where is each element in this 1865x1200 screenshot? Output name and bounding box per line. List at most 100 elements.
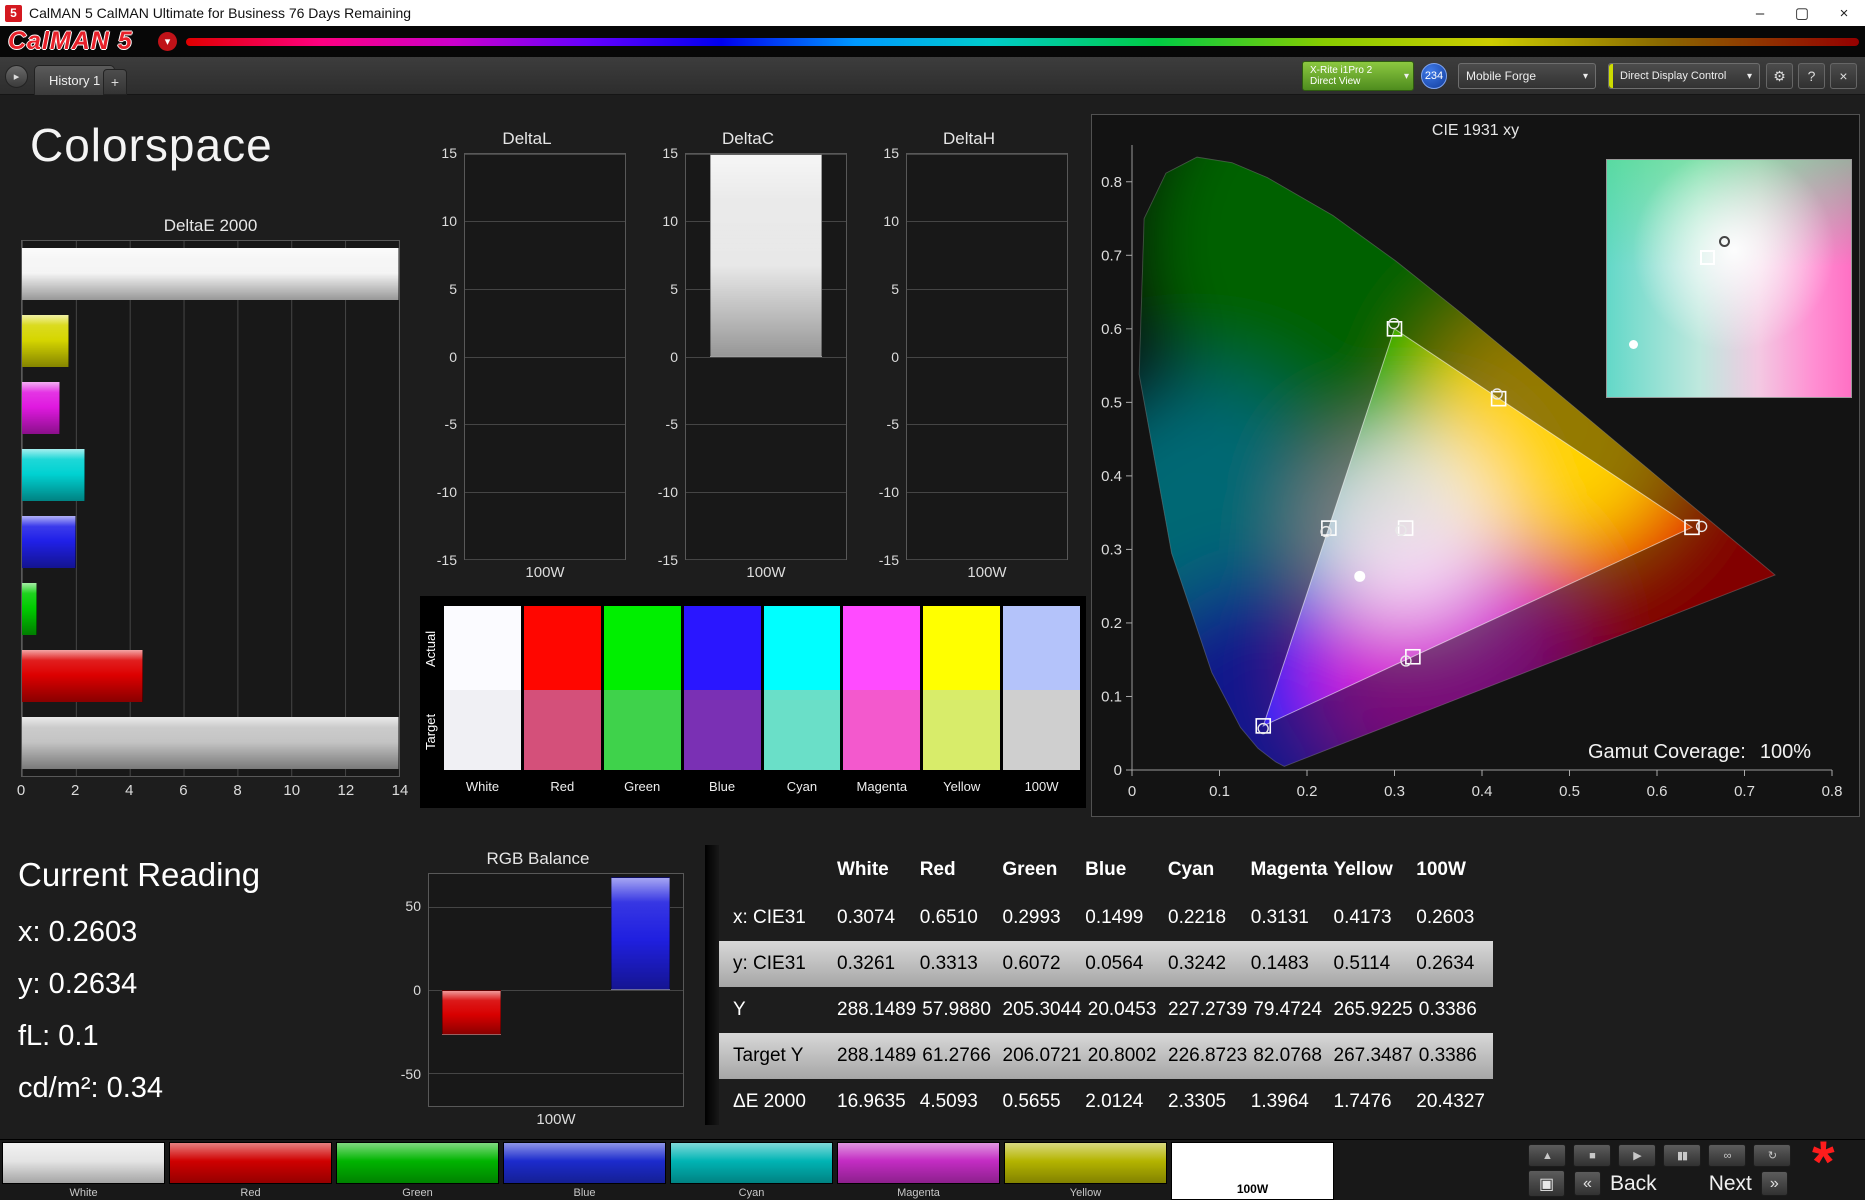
deltae-tick-14: 14 <box>391 782 409 799</box>
swatch-100w: 100W <box>1003 606 1080 794</box>
table-col-blue: Blue <box>1085 859 1127 880</box>
display-mode-button[interactable]: ▣ <box>1528 1170 1565 1197</box>
svg-text:0.2: 0.2 <box>1297 783 1318 800</box>
svg-text:0.7: 0.7 <box>1734 783 1755 800</box>
meter-mode: Direct View <box>1310 76 1361 87</box>
bottom-bar: White Red Green Blue Cyan Magenta Yellow 100W ▲… <box>0 1134 1865 1200</box>
next-step-button[interactable]: » <box>1760 1171 1788 1196</box>
cie1931-title: CIE 1931 xy <box>1431 122 1520 139</box>
transport-link-button[interactable]: ∞ <box>1708 1144 1746 1167</box>
chevron-down-icon: ▾ <box>1403 70 1409 82</box>
patch-label: Green <box>402 1187 433 1199</box>
y-tick--10: -10 <box>878 484 899 501</box>
next-button[interactable]: Next <box>1709 1172 1752 1196</box>
patch-red[interactable]: Red <box>169 1142 332 1200</box>
y-tick-0: 0 <box>449 348 457 365</box>
minimize-button[interactable]: – <box>1739 0 1781 26</box>
logo-dropdown-button[interactable]: ▾ <box>158 32 177 51</box>
svg-text:0.5: 0.5 <box>1101 394 1122 411</box>
patch-label: 100W <box>1236 1182 1269 1196</box>
svg-text:0.8: 0.8 <box>1101 174 1122 191</box>
patch-yellow[interactable]: Yellow <box>1004 1142 1167 1200</box>
deltac-chart: DeltaC 15 10 5 0 -5 -10 -15 100W <box>649 129 847 586</box>
svg-text:0.1: 0.1 <box>1101 688 1122 705</box>
deltah-y-axis: 15 10 5 0 -5 -10 -15 <box>870 145 906 568</box>
table-col-white: White <box>837 859 889 880</box>
swatch-label: Blue <box>709 779 736 794</box>
swatch-actual <box>843 606 921 690</box>
patch-white[interactable]: White <box>2 1142 165 1200</box>
settings-button[interactable]: ⚙ <box>1766 63 1793 89</box>
swatch-target <box>763 690 841 770</box>
y-tick-15: 15 <box>441 145 457 161</box>
y-tick--10: -10 <box>436 484 457 501</box>
meter-select-button[interactable]: X-Rite i1Pro 2 Direct View ▾ <box>1302 61 1414 91</box>
current-reading-cdm2: cd/m²: 0.34 <box>18 1072 164 1104</box>
rainbow-strip <box>186 38 1859 46</box>
gear-icon: ⚙ <box>1773 67 1786 84</box>
y-tick--15: -15 <box>878 552 899 568</box>
results-table: White Red Green Blue Cyan Magenta Yellow 100W x:… <box>705 845 1493 1125</box>
swatch-comparison-panel: Actual Target White Red Green Blue Cyan Magen… <box>420 596 1086 808</box>
display-control-dropdown[interactable]: Direct Display Control ▾ <box>1608 63 1760 89</box>
patch-blue[interactable]: Blue <box>503 1142 666 1200</box>
patch-100w[interactable]: 100W <box>1171 1142 1334 1200</box>
y-tick--5: -5 <box>444 416 457 433</box>
swatch-label: Red <box>550 779 575 794</box>
pattern-source-dropdown[interactable]: Mobile Forge ▾ <box>1458 63 1596 89</box>
help-button[interactable]: ? <box>1798 63 1825 89</box>
deltae-tick-4: 4 <box>125 782 134 799</box>
meter-count-badge[interactable]: 234 <box>1421 63 1447 89</box>
patch-color <box>336 1142 499 1184</box>
table-col-magenta: Magenta <box>1250 859 1328 880</box>
rgb-balance-y-axis: 50 0 -50 <box>392 873 428 1107</box>
swatch-target <box>1003 690 1080 770</box>
svg-text:0.5: 0.5 <box>1559 783 1580 800</box>
y-tick--5: -5 <box>886 416 899 433</box>
alert-asterisk-icon[interactable]: * <box>1812 1134 1835 1192</box>
pattern-source-label: Mobile Forge <box>1466 69 1537 83</box>
y-tick-5: 5 <box>449 280 457 297</box>
deltae2000-plot <box>21 240 400 777</box>
patch-green[interactable]: Green <box>336 1142 499 1200</box>
svg-text:0.3: 0.3 <box>1384 783 1405 800</box>
back-button[interactable]: Back <box>1610 1172 1657 1196</box>
whitepoint-zoom-inset <box>1606 159 1852 398</box>
transport-controls: ▲ ■ ▶ ▮▮ ∞ ↻ <box>1528 1144 1791 1167</box>
tab-nav-button[interactable]: ▸ <box>5 65 28 88</box>
deltae-bar-cyan <box>22 442 399 509</box>
close-button[interactable]: × <box>1823 0 1865 26</box>
swatch-target <box>923 690 1001 770</box>
transport-pause-button[interactable]: ▮▮ <box>1663 1144 1701 1167</box>
rgb-balance-plot <box>428 873 684 1107</box>
chevron-down-icon: ▾ <box>1746 70 1752 82</box>
transport-refresh-button[interactable]: ↻ <box>1753 1144 1791 1167</box>
svg-text:0.6: 0.6 <box>1101 321 1122 338</box>
deltae-tick-8: 8 <box>233 782 242 799</box>
transport-eject-button[interactable]: ▲ <box>1528 1144 1566 1167</box>
patch-label: Red <box>240 1187 261 1199</box>
current-reading-y: y: 0.2634 <box>18 968 138 1000</box>
transport-play-button[interactable]: ▶ <box>1618 1144 1656 1167</box>
deltae2000-title: DeltaE 2000 <box>163 216 258 235</box>
maximize-button[interactable]: ▢ <box>1781 0 1823 26</box>
patch-color <box>503 1142 666 1184</box>
deltae-bar-magenta <box>22 375 399 442</box>
patch-magenta[interactable]: Magenta <box>837 1142 1000 1200</box>
deltae-bar-yellow <box>22 308 399 375</box>
deltae-tick-0: 0 <box>16 782 26 799</box>
table-row: ΔE 2000 16.9635 4.5093 0.5655 2.0124 2.3305 1.… <box>733 1091 1485 1112</box>
swatch-label: White <box>465 779 500 794</box>
add-tab-button[interactable]: + <box>103 69 127 95</box>
y-tick--10: -10 <box>657 484 678 501</box>
patch-color <box>670 1142 833 1184</box>
transport-stop-button[interactable]: ■ <box>1573 1144 1611 1167</box>
back-step-button[interactable]: « <box>1574 1171 1601 1196</box>
calman-logo: CalMAN 5 <box>8 27 133 55</box>
rgb-balance-x-label: 100W <box>536 1111 576 1128</box>
window-title: CalMAN 5 CalMAN Ultimate for Business 76… <box>29 5 412 21</box>
close-workflow-button[interactable]: × <box>1830 63 1857 89</box>
current-reading-x: x: 0.2603 <box>18 916 138 948</box>
deltae-bar-green <box>22 576 399 643</box>
patch-cyan[interactable]: Cyan <box>670 1142 833 1200</box>
